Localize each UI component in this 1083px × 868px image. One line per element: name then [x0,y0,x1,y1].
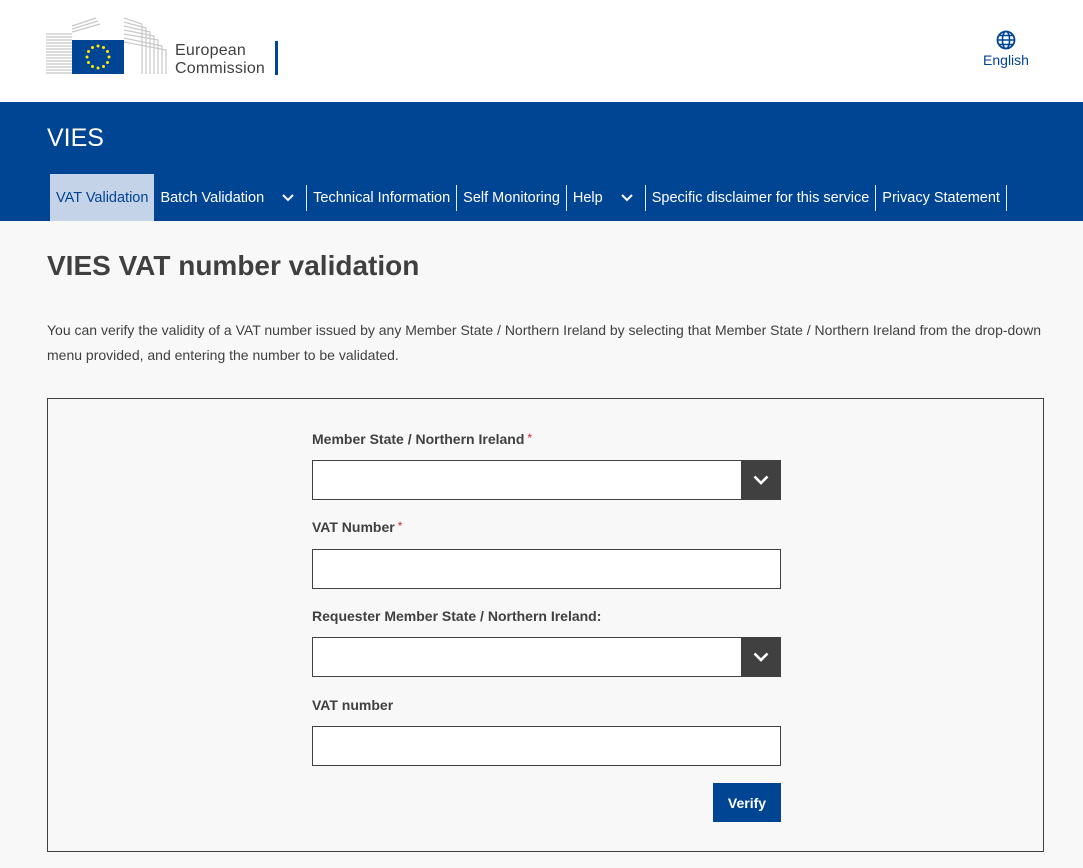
chevron-down-icon[interactable] [741,461,780,499]
vat-number-label: VAT Number * [312,519,402,535]
logo-divider [275,41,278,75]
nav-item-label: VAT Validation [56,189,149,206]
nav-item-label: Specific disclaimer for this service [651,189,870,206]
requester-vat-input[interactable] [312,726,781,766]
main-navigation: VAT Validation Batch Validation Technica… [50,174,1007,221]
language-selector[interactable]: English [976,30,1036,68]
member-state-label-text: Member State / Northern Ireland [312,431,525,447]
verify-button[interactable]: Verify [713,783,781,822]
nav-item-label: Help [572,189,603,206]
member-state-label: Member State / Northern Ireland * [312,431,532,447]
nav-item-label: Technical Information [313,189,451,206]
vat-validation-form: Member State / Northern Ireland * VAT Num… [47,398,1044,852]
globe-icon [996,30,1016,50]
requester-state-select[interactable] [312,637,781,677]
nav-item-vat-validation[interactable]: VAT Validation [50,174,155,221]
nav-item-self-monitoring[interactable]: Self Monitoring [457,174,566,221]
nav-item-label: Privacy Statement [882,189,1000,206]
site-header: European Commission English [0,0,1083,102]
requester-state-label: Requester Member State / Northern Irelan… [312,608,602,624]
chevron-down-icon [282,193,294,202]
chevron-down-icon[interactable] [741,638,780,676]
logo-line-1: European [175,42,246,59]
chevron-down-icon [621,193,633,202]
nav-item-privacy-statement[interactable]: Privacy Statement [876,174,1006,221]
vat-number-label-text: VAT Number [312,519,395,535]
vat-number-input[interactable] [312,549,781,589]
requester-vat-label: VAT number [312,697,394,713]
nav-divider [1005,184,1007,211]
nav-item-help[interactable]: Help [567,174,645,221]
intro-text: You can verify the validity of a VAT num… [47,322,1041,363]
site-banner: VIES VAT Validation Batch Validation Tec… [0,102,1083,221]
nav-item-batch-validation[interactable]: Batch Validation [154,174,306,221]
nav-item-label: Batch Validation [160,189,265,206]
member-state-select[interactable] [312,460,781,500]
required-marker: * [397,519,403,533]
nav-item-specific-disclaimer[interactable]: Specific disclaimer for this service [646,174,876,221]
logo-line-2: Commission [175,60,266,77]
page-title: VIES VAT number validation [47,250,420,281]
language-label: English [983,52,1029,68]
site-name[interactable]: VIES [47,124,104,153]
logo-text: European Commission [175,42,265,78]
nav-item-label: Self Monitoring [463,189,560,206]
nav-item-technical-information[interactable]: Technical Information [307,174,456,221]
required-marker: * [527,431,533,445]
